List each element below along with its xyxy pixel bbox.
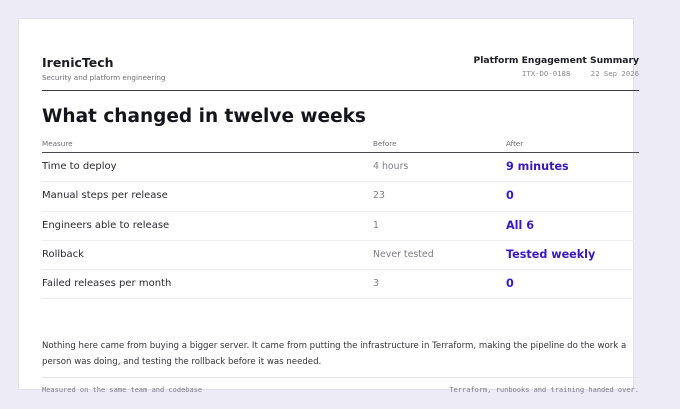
- before-cell: Never tested: [373, 248, 434, 260]
- table-row: Engineers able to release 1 All 6: [42, 212, 639, 241]
- table-header: Measure Before After: [42, 134, 639, 153]
- column-header-after: After: [506, 139, 524, 148]
- column-header-measure: Measure: [42, 139, 73, 148]
- document-header: IrenicTech Security and platform enginee…: [42, 37, 639, 91]
- column-header-before: Before: [373, 139, 397, 148]
- measure-cell: Time to deploy: [42, 161, 117, 172]
- after-cell: All 6: [506, 218, 535, 232]
- brand-tagline: Security and platform engineering: [42, 73, 166, 82]
- measure-cell: Rollback: [42, 248, 84, 260]
- brand-name: IrenicTech: [42, 55, 114, 70]
- before-cell: 23: [373, 190, 385, 202]
- after-cell: Tested weekly: [506, 247, 596, 261]
- table-row: Manual steps per release 23 0: [42, 182, 639, 212]
- document-date: 22 Sep 2026: [590, 69, 639, 78]
- table-row: Failed releases per month 3 0: [42, 270, 639, 300]
- table-row: Rollback Never tested Tested weekly: [42, 241, 639, 271]
- document-id: ITX-DO-0188: [521, 69, 571, 78]
- before-cell: 1: [373, 219, 379, 231]
- document-title: Platform Engagement Summary: [473, 55, 639, 66]
- summary-text: Nothing here came from buying a bigger s…: [42, 341, 627, 367]
- document-footer: Measured on the same team and codebase T…: [42, 377, 639, 394]
- measure-cell: Manual steps per release: [42, 190, 168, 202]
- after-cell: 0: [506, 277, 514, 291]
- before-cell: 4 hours: [373, 161, 409, 172]
- comparison-table: Measure Before After Time to deploy 4 ho…: [42, 134, 639, 300]
- footer-note-left: Measured on the same team and codebase: [42, 386, 203, 394]
- document-meta: ITX-DO-0188 22 Sep 2026: [522, 69, 639, 78]
- after-cell: 9 minutes: [506, 160, 569, 173]
- footer-note-right: Terraform, runbooks and training handed …: [449, 386, 639, 394]
- measure-cell: Engineers able to release: [42, 219, 170, 231]
- after-cell: 0: [506, 189, 514, 203]
- table-row: Time to deploy 4 hours 9 minutes: [42, 153, 639, 183]
- before-cell: 3: [373, 278, 379, 290]
- summary-card: IrenicTech Security and platform enginee…: [18, 18, 639, 394]
- measure-cell: Failed releases per month: [42, 278, 172, 290]
- page-title: What changed in twelve weeks: [42, 106, 366, 127]
